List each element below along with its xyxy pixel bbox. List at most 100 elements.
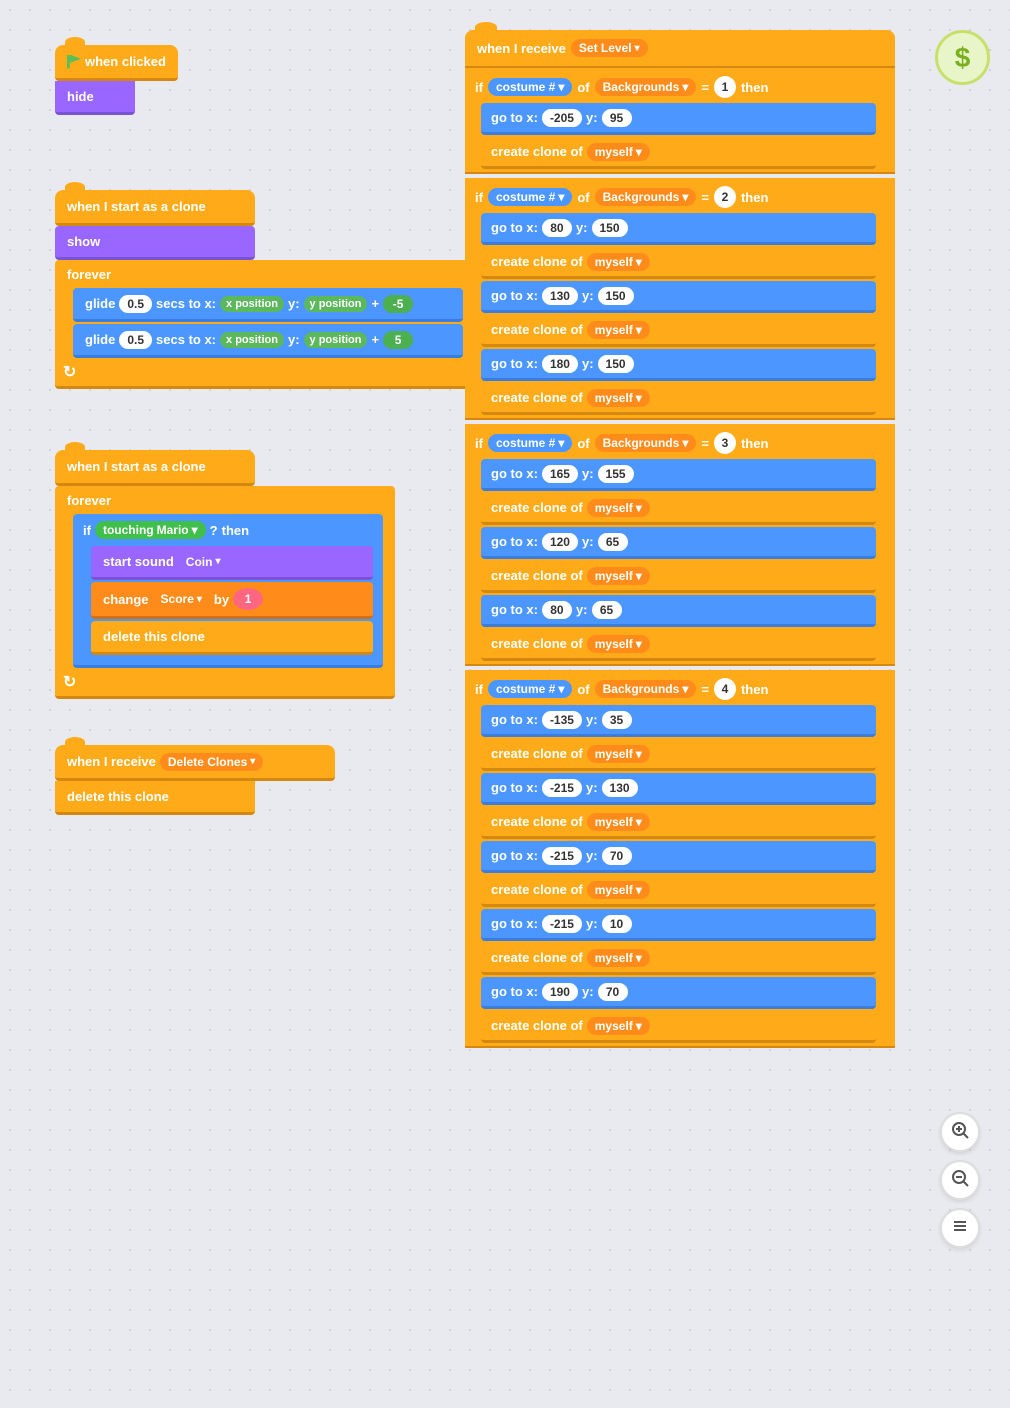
receive-label-rp: when I receive bbox=[477, 41, 566, 56]
glide-label-1: glide bbox=[85, 296, 115, 311]
group1: when clicked hide bbox=[55, 45, 178, 115]
start-sound-label: start sound bbox=[103, 554, 174, 569]
myself-pill-2-2[interactable]: myself ▾ bbox=[587, 321, 650, 339]
goto-block-2-2[interactable]: go to x: 130 y: 150 bbox=[481, 281, 876, 313]
if-label: if bbox=[83, 523, 91, 538]
if-header-3: if costume # ▾ of Backgrounds ▾ = 3 then bbox=[465, 427, 895, 459]
forever-label-2: forever bbox=[55, 486, 395, 514]
myself-pill-1-1[interactable]: myself ▾ bbox=[587, 143, 650, 161]
glide-xpos-2[interactable]: x position bbox=[220, 332, 284, 348]
glide-ypos-1[interactable]: y position bbox=[304, 296, 368, 312]
dollar-sign: $ bbox=[955, 42, 971, 74]
goto-y-2-1[interactable]: 150 bbox=[592, 219, 628, 237]
delete-clone-block-2[interactable]: delete this clone bbox=[55, 781, 255, 815]
costume-pill-1[interactable]: costume # ▾ bbox=[488, 78, 572, 96]
glide-op-1: + bbox=[371, 296, 379, 311]
if-section-3: if costume # ▾ of Backgrounds ▾ = 3 then… bbox=[465, 424, 895, 666]
clone-block-1-1[interactable]: create clone of myself ▾ bbox=[481, 137, 876, 169]
coin-dropdown[interactable]: Coin bbox=[178, 553, 229, 571]
costume-label-1: costume # bbox=[496, 80, 555, 94]
glide-secs-1[interactable]: 0.5 bbox=[119, 295, 152, 313]
goto-x-2-2[interactable]: 130 bbox=[542, 287, 578, 305]
glide-val-1[interactable]: -5 bbox=[383, 295, 413, 313]
myself-pill-2-3[interactable]: myself ▾ bbox=[587, 389, 650, 407]
glide-op-2: + bbox=[371, 332, 379, 347]
group2: when I start as a clone show forever gli… bbox=[55, 190, 475, 389]
if-header: if touching Mario ▾ ? then bbox=[73, 514, 383, 546]
backgrounds-pill-4[interactable]: Backgrounds ▾ bbox=[595, 680, 697, 698]
hide-block[interactable]: hide bbox=[55, 81, 135, 115]
zoom-fit-button[interactable] bbox=[940, 1208, 980, 1248]
touching-label: touching bbox=[103, 523, 154, 537]
zoom-in-button[interactable] bbox=[940, 1112, 980, 1152]
of-kw-2: of bbox=[577, 190, 589, 205]
backgrounds-pill-2[interactable]: Backgrounds ▾ bbox=[595, 188, 697, 206]
if-touching-block[interactable]: if touching Mario ▾ ? then start sound C… bbox=[73, 514, 383, 668]
glide-block-1[interactable]: glide 0.5 secs to x: x position y: y pos… bbox=[73, 288, 463, 322]
receive-hat[interactable]: when I receive Delete Clones bbox=[55, 745, 335, 781]
mario-dropdown[interactable]: Mario bbox=[157, 523, 189, 537]
touching-pill[interactable]: touching Mario ▾ bbox=[95, 521, 206, 539]
glide-y-text-1: y: bbox=[288, 296, 300, 311]
backgrounds-pill-1[interactable]: Backgrounds ▾ bbox=[595, 78, 697, 96]
zoom-out-button[interactable] bbox=[940, 1160, 980, 1200]
goto-y-2-2[interactable]: 150 bbox=[598, 287, 634, 305]
score-amount[interactable]: 1 bbox=[233, 588, 263, 610]
clone-block-2-1[interactable]: create clone of myself ▾ bbox=[481, 247, 876, 279]
backgrounds-dropdown-1[interactable]: ▾ bbox=[682, 80, 688, 94]
goto-x-2-3[interactable]: 180 bbox=[542, 355, 578, 373]
when-clicked-hat[interactable]: when clicked bbox=[55, 45, 178, 81]
forever-block-1[interactable]: forever glide 0.5 secs to x: x position … bbox=[55, 260, 475, 389]
glide-secs-text-1: secs to x: bbox=[156, 296, 216, 311]
show-block[interactable]: show bbox=[55, 226, 255, 260]
forever-block-2[interactable]: forever if touching Mario ▾ ? then bbox=[55, 486, 395, 699]
start-sound-block[interactable]: start sound Coin bbox=[91, 546, 373, 580]
glide-ypos-2[interactable]: y position bbox=[304, 332, 368, 348]
question-mark: ? bbox=[210, 523, 218, 538]
if-inner: start sound Coin change Score by 1 bbox=[91, 546, 383, 655]
costume-pill-3[interactable]: costume # ▾ bbox=[488, 434, 572, 452]
clone-hat-2[interactable]: when I start as a clone bbox=[55, 450, 255, 486]
goto-y-2-3[interactable]: 150 bbox=[598, 355, 634, 373]
if-body-4: go to x: -135 y: 35 create clone of myse… bbox=[481, 705, 895, 1043]
goto-block-2-1[interactable]: go to x: 80 y: 150 bbox=[481, 213, 876, 245]
glide-xpos-1[interactable]: x position bbox=[220, 296, 284, 312]
clone-hat-label-2: when I start as a clone bbox=[67, 459, 206, 474]
glide-secs-2[interactable]: 0.5 bbox=[119, 331, 152, 349]
set-level-pill[interactable]: Set Level bbox=[571, 39, 648, 57]
goto-block-2-3[interactable]: go to x: 180 y: 150 bbox=[481, 349, 876, 381]
delete-clone-label-2: delete this clone bbox=[67, 789, 169, 804]
zoom-out-icon bbox=[950, 1168, 970, 1193]
costume-dropdown-1[interactable]: ▾ bbox=[558, 80, 564, 94]
glide-label-2: glide bbox=[85, 332, 115, 347]
delete-clones-pill[interactable]: Delete Clones bbox=[160, 753, 263, 771]
glide-val-2[interactable]: 5 bbox=[383, 331, 413, 349]
glide-block-2[interactable]: glide 0.5 secs to x: x position y: y pos… bbox=[73, 324, 463, 358]
clone-hat-1[interactable]: when I start as a clone bbox=[55, 190, 255, 226]
group3: when I start as a clone forever if touch… bbox=[55, 450, 395, 699]
forever-inner-1: glide 0.5 secs to x: x position y: y pos… bbox=[73, 288, 475, 358]
score-dropdown[interactable]: Score bbox=[153, 590, 210, 608]
delete-clone-label-1: delete this clone bbox=[103, 629, 205, 644]
receive-set-level-hat[interactable]: when I receive Set Level bbox=[465, 30, 895, 68]
delete-clone-block-1[interactable]: delete this clone bbox=[91, 621, 373, 655]
costume-pill-4[interactable]: costume # ▾ bbox=[488, 680, 572, 698]
goto-block-1-1[interactable]: go to x: -205 y: 95 bbox=[481, 103, 876, 135]
myself-pill-2-1[interactable]: myself ▾ bbox=[587, 253, 650, 271]
change-label: change bbox=[103, 592, 149, 607]
if-header-4: if costume # ▾ of Backgrounds ▾ = 4 then bbox=[465, 673, 895, 705]
change-score-block[interactable]: change Score by 1 bbox=[91, 582, 373, 619]
dollar-badge: $ bbox=[935, 30, 990, 85]
goto-x-2-1[interactable]: 80 bbox=[542, 219, 572, 237]
touching-dropdown-arrow: ▾ bbox=[192, 523, 198, 537]
if-header-1: if costume # ▾ of Backgrounds ▾ = 1 then bbox=[465, 71, 895, 103]
clone-block-2-3[interactable]: create clone of myself ▾ bbox=[481, 383, 876, 415]
right-panel: when I receive Set Level if costume # ▾ … bbox=[465, 30, 895, 1048]
costume-pill-2[interactable]: costume # ▾ bbox=[488, 188, 572, 206]
if-section-1: if costume # ▾ of Backgrounds ▾ = 1 then… bbox=[465, 68, 895, 174]
backgrounds-pill-3[interactable]: Backgrounds ▾ bbox=[595, 434, 697, 452]
goto-x-1-1[interactable]: -205 bbox=[542, 109, 582, 127]
goto-y-1-1[interactable]: 95 bbox=[602, 109, 632, 127]
clone-block-2-2[interactable]: create clone of myself ▾ bbox=[481, 315, 876, 347]
hide-label: hide bbox=[67, 89, 94, 104]
